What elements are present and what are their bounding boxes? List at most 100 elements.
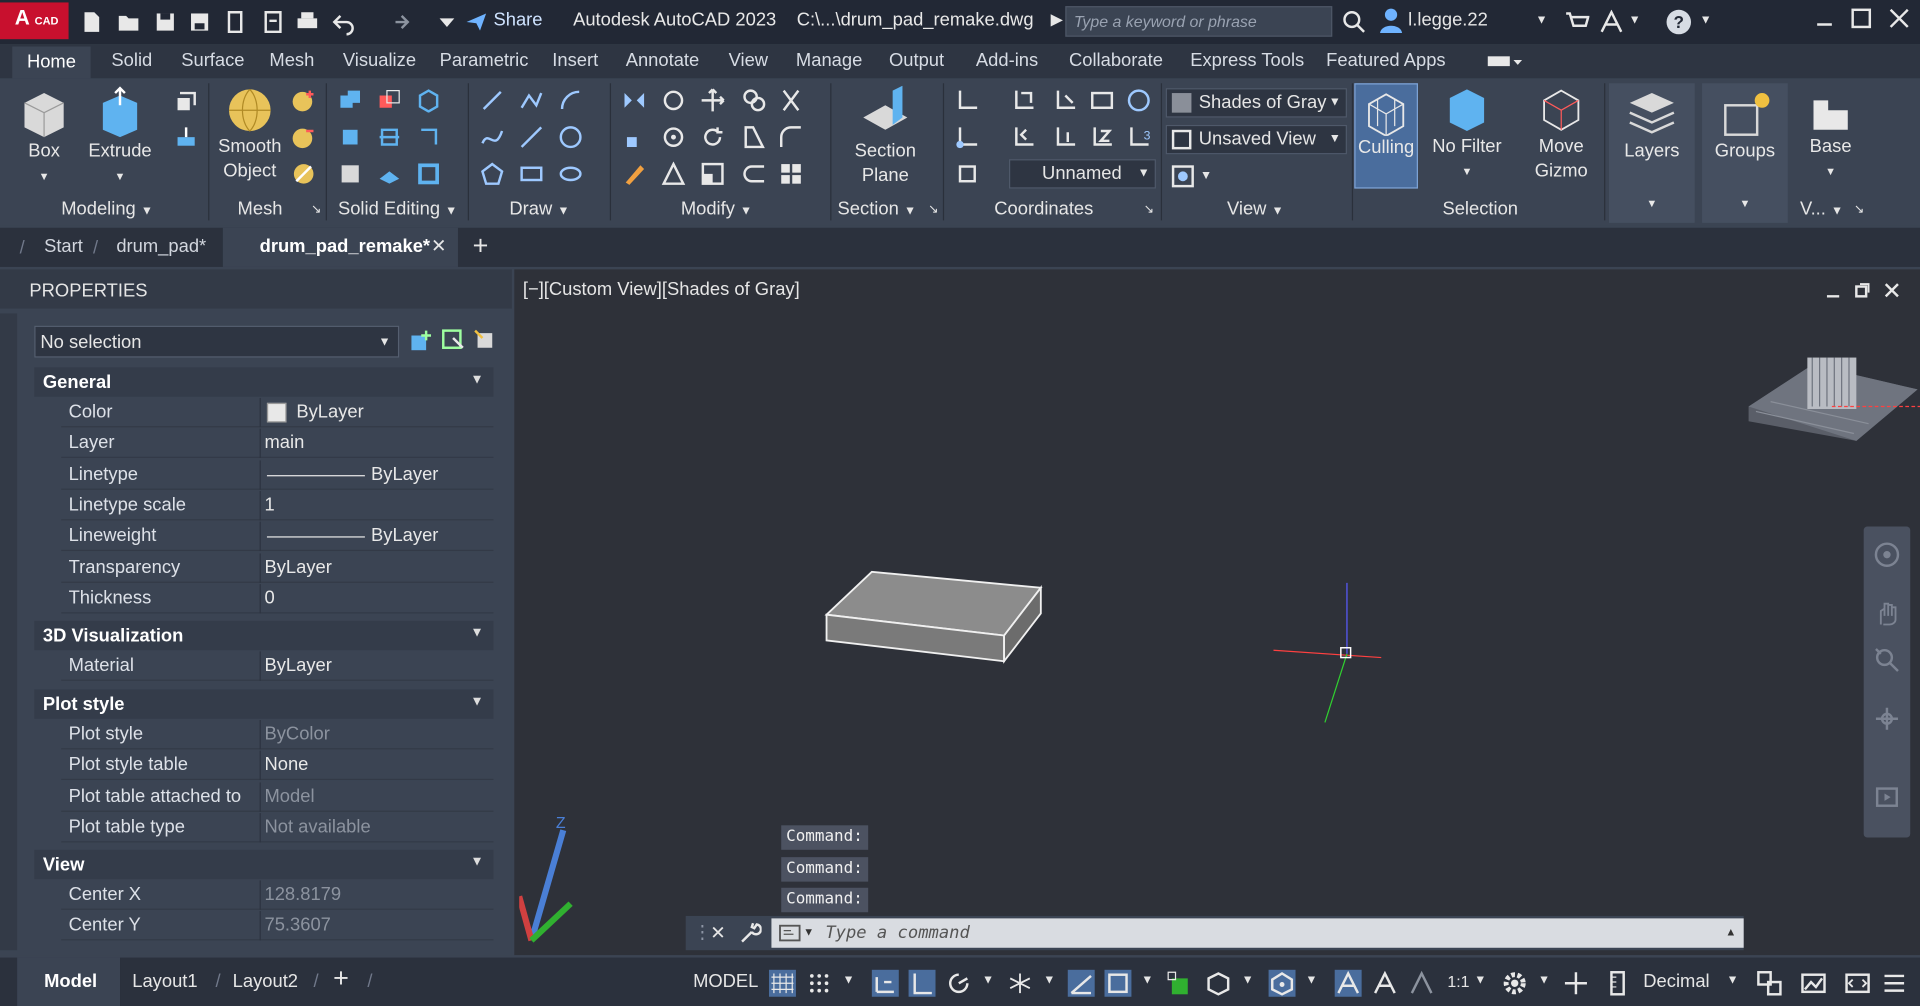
tab-collaborate[interactable]: Collaborate (1069, 50, 1163, 71)
ucs-object-icon[interactable] (955, 162, 979, 186)
minimize-icon[interactable] (1815, 10, 1835, 30)
copy-icon[interactable] (742, 88, 766, 112)
grid-icon[interactable] (768, 969, 796, 997)
command-input[interactable]: ▼ Type a command ▲ (771, 918, 1744, 948)
chevron-down-icon[interactable]: ▼ (1242, 973, 1254, 986)
tab-visualize[interactable]: Visualize (343, 50, 416, 71)
annotation-monitor-icon[interactable] (1562, 970, 1589, 997)
ucs-3point-icon[interactable]: 3 (1127, 125, 1151, 149)
customize-toolbar-icon[interactable] (433, 9, 460, 36)
fillet-icon[interactable] (779, 125, 803, 149)
redo-icon[interactable] (384, 9, 411, 36)
tab-annotate[interactable]: Annotate (626, 50, 700, 71)
array-icon[interactable] (779, 162, 803, 186)
chevron-down-icon[interactable]: ▼ (1200, 169, 1212, 182)
tab-home[interactable]: Home (12, 46, 91, 79)
graphics-performance-icon[interactable] (1800, 970, 1827, 997)
annotation-scale-icon[interactable] (1408, 970, 1435, 997)
tab-manage[interactable]: Manage (796, 50, 862, 71)
dialog-launcher-icon[interactable]: ↘ (928, 203, 938, 216)
ucs-origin-icon[interactable] (955, 125, 979, 149)
object-snap-tracking-icon[interactable] (1067, 969, 1095, 997)
chevron-down-icon[interactable]: ▼ (803, 926, 814, 938)
pan-icon[interactable] (1873, 600, 1900, 627)
modify-panel-title[interactable]: Modify ▼ (681, 198, 752, 219)
section-general[interactable]: General ▼ (34, 367, 494, 397)
dialog-launcher-icon[interactable]: ↘ (1854, 203, 1864, 216)
new-layout-icon[interactable]: + (333, 962, 349, 994)
prop-row[interactable]: Center Y 75.3607 (61, 911, 494, 941)
tab-view[interactable]: View (729, 50, 768, 71)
ucs-z-icon[interactable] (1090, 125, 1114, 149)
app-menu-button[interactable]: A CAD (0, 2, 69, 40)
mesh-panel-title[interactable]: Mesh (238, 198, 283, 219)
palette-side-bar[interactable] (0, 313, 18, 951)
selection-dropdown[interactable]: No selection ▼ (34, 325, 400, 358)
tab-parametric[interactable]: Parametric (440, 50, 529, 71)
snap-icon[interactable] (806, 970, 833, 997)
chevron-down-icon[interactable]: ▼ (1043, 973, 1055, 986)
modeling-panel-title[interactable]: Modeling ▼ (61, 198, 153, 219)
tab-drum-pad[interactable]: drum_pad* (116, 236, 206, 257)
prop-row[interactable]: Transparency ByLayer (61, 553, 494, 583)
ucs-name-dropdown[interactable]: Unnamed ▼ (1008, 159, 1156, 189)
ucs-x-icon[interactable] (1053, 88, 1077, 112)
chevron-down-icon[interactable]: ▼ (842, 973, 854, 986)
user-icon[interactable] (1379, 7, 1403, 34)
no-filter-button[interactable]: No Filter ▼ (1428, 86, 1506, 184)
move-icon[interactable] (700, 88, 725, 112)
open-folder-icon[interactable] (115, 9, 142, 36)
3d-rotate-icon[interactable] (661, 88, 685, 112)
prop-row[interactable]: Plot style table None (61, 750, 494, 781)
circle-icon[interactable] (558, 125, 582, 149)
3d-object-snap-icon[interactable] (1205, 970, 1232, 997)
chevron-down-icon[interactable]: ▼ (1538, 973, 1550, 986)
chevron-down-icon[interactable]: ▼ (982, 973, 994, 986)
close-icon[interactable]: ✕ (431, 235, 446, 257)
chevron-up-icon[interactable]: ▲ (1725, 926, 1736, 938)
section-plot-style[interactable]: Plot style ▼ (34, 689, 494, 719)
section-3d-visualization[interactable]: 3D Visualization ▼ (34, 620, 494, 651)
trim-icon[interactable] (779, 88, 803, 112)
quick-properties-icon[interactable] (1756, 970, 1783, 997)
section-panel-title[interactable]: Section ▼ (838, 198, 917, 219)
union-icon[interactable] (338, 88, 362, 112)
chevron-down-icon[interactable]: ▼ (1629, 13, 1641, 26)
annotation-scale-value[interactable]: 1:1 (1447, 972, 1469, 990)
new-file-icon[interactable] (78, 9, 105, 36)
groups-button[interactable]: Groups ▼ (1702, 83, 1788, 223)
ucs-previous-icon[interactable] (1011, 125, 1035, 149)
chevron-down-icon[interactable]: ▼ (1141, 973, 1153, 986)
tab-output[interactable]: Output (889, 50, 944, 71)
section-view[interactable]: View ▼ (34, 849, 494, 880)
viewport-minimize-icon[interactable] (1825, 284, 1842, 301)
dialog-launcher-icon[interactable]: ↘ (311, 203, 321, 216)
polygon-icon[interactable] (480, 162, 504, 186)
layout1-tab[interactable]: Layout1 (132, 971, 197, 992)
subtract-icon[interactable] (377, 88, 401, 112)
tab-add-ins[interactable]: Add-ins (976, 50, 1038, 71)
ucs-view-icon[interactable] (1090, 88, 1114, 112)
auto-scale-icon[interactable] (1371, 970, 1398, 997)
view-short-panel-title[interactable]: V... ▼ (1800, 198, 1843, 219)
arc-icon[interactable] (558, 88, 582, 112)
share-button[interactable]: Share (493, 10, 542, 31)
workspace-gear-icon[interactable] (1501, 970, 1528, 997)
isodraft-icon[interactable] (1007, 970, 1034, 997)
plot-icon[interactable] (294, 9, 321, 36)
base-view-button[interactable]: Base ▼ (1795, 86, 1866, 184)
solid-history-icon[interactable] (416, 88, 440, 113)
orbit-icon[interactable] (1873, 705, 1900, 732)
layers-button[interactable]: Layers ▼ (1608, 83, 1695, 223)
ortho-icon[interactable] (908, 969, 936, 997)
visual-style-dropdown[interactable]: Shades of Gray ▼ (1165, 88, 1347, 118)
3d-mirror-icon[interactable] (661, 161, 686, 186)
box-button[interactable]: Box ▼ (12, 86, 76, 189)
presspull-icon[interactable] (174, 125, 198, 149)
chevron-down-icon[interactable]: ▼ (1474, 973, 1486, 986)
new-tab-icon[interactable]: + (473, 230, 489, 262)
save-web-icon[interactable] (260, 9, 287, 36)
align-icon[interactable] (622, 125, 646, 149)
prop-row[interactable]: Plot style ByColor (61, 720, 494, 750)
solid-editing-panel-title[interactable]: Solid Editing ▼ (338, 198, 457, 219)
